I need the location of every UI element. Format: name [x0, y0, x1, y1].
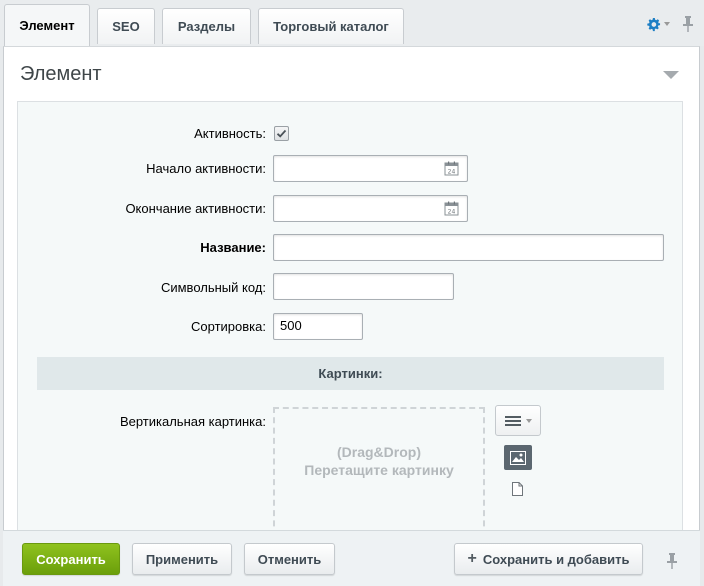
save-and-add-label: Сохранить и добавить	[482, 551, 630, 567]
section-title: Элемент	[20, 63, 102, 85]
tab-seo[interactable]: SEO	[97, 8, 155, 44]
name-field[interactable]	[273, 234, 664, 261]
tab-bar: Элемент SEO Разделы Торговый каталог	[0, 0, 704, 46]
start-date-label: Начало активности:	[146, 161, 266, 176]
tab-trade-catalog[interactable]: Торговый каталог	[258, 8, 404, 44]
svg-text:24: 24	[448, 168, 456, 175]
tab-element[interactable]: Элемент	[4, 4, 90, 46]
save-and-add-button[interactable]: + Сохранить и добавить	[454, 543, 643, 575]
image-icon	[510, 450, 526, 465]
sort-field[interactable]: 500	[273, 313, 363, 340]
chevron-down-icon	[664, 22, 670, 26]
file-icon[interactable]	[512, 482, 523, 499]
tab-sections[interactable]: Разделы	[162, 8, 251, 44]
sort-value: 500	[280, 318, 302, 333]
footer-bar: Сохранить Применить Отменить + Сохранить…	[3, 530, 700, 586]
cancel-button[interactable]: Отменить	[244, 543, 335, 575]
calendar-icon[interactable]: 24	[444, 201, 459, 216]
start-date-field[interactable]: 24	[273, 155, 468, 182]
pin-icon[interactable]	[682, 16, 694, 32]
tab-tools	[646, 14, 694, 34]
calendar-icon[interactable]: 24	[444, 161, 459, 176]
picture-menu-button[interactable]	[495, 405, 541, 436]
chevron-down-icon	[525, 418, 532, 423]
dropzone-line-2: Перетащите картинку	[304, 462, 454, 478]
menu-icon	[504, 415, 521, 426]
checkmark-icon	[276, 129, 287, 138]
svg-text:24: 24	[448, 208, 456, 215]
pin-icon[interactable]	[666, 553, 678, 569]
save-button[interactable]: Сохранить	[22, 543, 120, 575]
image-dropzone[interactable]: (Drag&Drop) Перетащите картинку	[273, 407, 485, 547]
gear-icon	[647, 17, 661, 31]
sort-label: Сортировка:	[191, 319, 266, 334]
active-label: Активность:	[194, 126, 266, 141]
section-body: Активность: Начало активности: 24 Оконча…	[17, 101, 683, 547]
name-label: Название:	[200, 240, 266, 255]
pictures-group-header: Картинки:	[37, 357, 664, 390]
collapse-toggle-icon[interactable]	[663, 71, 679, 79]
vertical-picture-label: Вертикальная картинка:	[119, 414, 266, 429]
settings-button[interactable]	[646, 17, 670, 32]
end-date-field[interactable]: 24	[273, 195, 468, 222]
plus-icon: +	[467, 550, 477, 567]
code-field[interactable]	[273, 273, 454, 300]
code-label: Символьный код:	[160, 280, 266, 295]
active-checkbox[interactable]	[274, 126, 289, 141]
end-date-label: Окончание активности:	[125, 201, 266, 216]
main-panel: Элемент Активность: Начало активности: 2…	[3, 46, 700, 586]
upload-image-button[interactable]	[504, 445, 532, 470]
section-header: Элемент	[4, 47, 699, 101]
apply-button[interactable]: Применить	[132, 543, 232, 575]
dropzone-line-1: (Drag&Drop)	[337, 444, 421, 460]
editor-frame: Элемент SEO Разделы Торговый каталог Эле…	[0, 0, 704, 586]
